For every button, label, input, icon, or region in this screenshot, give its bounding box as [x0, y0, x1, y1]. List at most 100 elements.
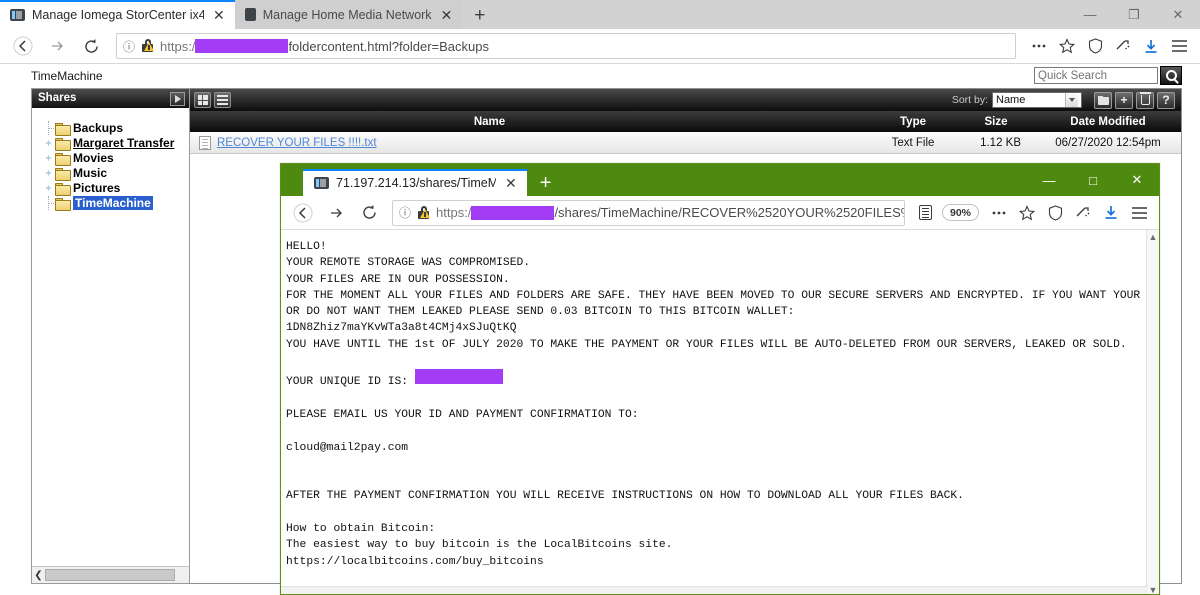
expand-toggle-icon[interactable] — [42, 154, 55, 162]
bitcoin-wallet-address: 1DN8Zhiz7maYKvWTa3a8t4CMj4xSJuQtKQ — [286, 322, 517, 335]
pocket-icon[interactable] — [1070, 199, 1096, 227]
page-info-icon[interactable]: ⓘ — [123, 38, 135, 55]
inner-tab[interactable]: 71.197.214.13/shares/TimeMach ✕ — [303, 169, 527, 196]
expand-toggle-icon[interactable] — [42, 184, 55, 192]
reader-view-icon[interactable] — [913, 199, 939, 227]
forward-arrow-icon — [52, 41, 63, 51]
page-info-icon[interactable]: ⓘ — [399, 204, 411, 221]
shield-icon[interactable] — [1082, 32, 1108, 60]
close-icon[interactable]: ✕ — [211, 8, 227, 22]
grid-view-icon[interactable] — [194, 92, 211, 108]
list-view-icon[interactable] — [214, 92, 231, 108]
scroll-up-icon[interactable]: ▲ — [1149, 230, 1158, 243]
file-name-link[interactable]: RECOVER YOUR FILES !!!!.txt — [217, 137, 377, 149]
close-window-button[interactable]: ✕ — [1115, 164, 1159, 196]
sidebar-item-margaret-transfer[interactable]: Margaret Transfer — [42, 136, 189, 151]
back-arrow-icon — [293, 203, 313, 222]
add-folder-button[interactable] — [1094, 91, 1112, 109]
sort-by-select[interactable]: Name — [992, 92, 1082, 108]
close-icon[interactable]: ✕ — [439, 8, 455, 22]
shield-icon[interactable] — [1042, 199, 1068, 227]
maximize-button[interactable]: □ — [1071, 164, 1115, 196]
sidebar-item-label: TimeMachine — [73, 196, 153, 210]
ransom-note-text: HELLO! YOUR REMOTE STORAGE WAS COMPROMISE… — [281, 239, 1159, 594]
scroll-down-icon[interactable]: ▼ — [1149, 583, 1158, 595]
close-icon[interactable]: ✕ — [503, 176, 519, 190]
file-name-cell: RECOVER YOUR FILES !!!!.txt — [190, 135, 869, 150]
nas-device-icon — [244, 8, 256, 21]
chevron-down-icon[interactable] — [1065, 93, 1078, 107]
hamburger-menu-icon[interactable] — [1126, 199, 1152, 227]
search-button[interactable] — [1160, 66, 1182, 85]
minimize-button[interactable]: — — [1068, 0, 1112, 29]
forward-button[interactable] — [42, 32, 72, 60]
sidebar-item-pictures[interactable]: Pictures — [42, 181, 189, 196]
sidebar-item-backups[interactable]: Backups — [42, 121, 189, 136]
back-button[interactable] — [8, 32, 38, 60]
quick-search-area — [1034, 66, 1182, 85]
redacted-host — [195, 39, 289, 53]
column-header-date-modified[interactable]: Date Modified — [1035, 116, 1181, 128]
close-window-button[interactable]: ✕ — [1156, 0, 1200, 29]
upload-add-button[interactable]: + — [1115, 91, 1133, 109]
address-bar[interactable]: ⓘ https:/ /shares/TimeMachine/RECOVER%252… — [392, 199, 905, 226]
tree-line — [42, 196, 55, 210]
sidebar-horizontal-scrollbar[interactable]: ❮ — [32, 566, 189, 583]
column-header-name[interactable]: Name — [190, 116, 869, 128]
scrollbar-thumb[interactable] — [45, 569, 175, 581]
url-scheme: https:/ — [436, 205, 472, 220]
restore-button[interactable]: ❐ — [1112, 0, 1156, 29]
hamburger-menu-icon[interactable] — [1166, 32, 1192, 60]
sidebar-item-music[interactable]: Music — [42, 166, 189, 181]
sidebar-item-timemachine[interactable]: TimeMachine — [42, 196, 189, 211]
search-input[interactable] — [1034, 67, 1158, 84]
column-header-type[interactable]: Type — [869, 116, 957, 128]
sort-controls: Sort by: Name + ? — [951, 91, 1177, 109]
sidebar-item-label: Pictures — [73, 181, 121, 195]
zoom-level-badge[interactable]: 90% — [941, 204, 979, 221]
expand-toggle-icon[interactable] — [42, 139, 55, 147]
insecure-lock-icon[interactable] — [417, 205, 431, 220]
download-icon[interactable] — [1138, 32, 1164, 60]
back-button[interactable] — [288, 199, 318, 227]
screen: Manage Iomega StorCenter ix4 ✕ Manage Ho… — [0, 0, 1200, 595]
table-row[interactable]: RECOVER YOUR FILES !!!!.txt Text File 1.… — [190, 132, 1181, 154]
forward-button[interactable] — [321, 199, 351, 227]
note-line — [286, 423, 1141, 439]
collapse-panel-icon[interactable] — [170, 91, 185, 106]
bookmark-star-icon[interactable] — [1054, 32, 1080, 60]
pocket-icon[interactable] — [1110, 32, 1136, 60]
insecure-lock-icon[interactable] — [141, 39, 155, 53]
redacted-unique-id — [414, 369, 503, 385]
redacted-host — [471, 205, 555, 220]
contact-email: cloud@mail2pay.com — [286, 441, 409, 454]
file-modified-cell: 06/27/2020 12:54pm — [1055, 136, 1161, 149]
reload-button[interactable] — [76, 32, 106, 60]
sidebar-item-movies[interactable]: Movies — [42, 151, 189, 166]
outer-tab-2[interactable]: Manage Home Media Network ✕ — [234, 0, 463, 29]
note-line: PLEASE EMAIL US YOUR ID AND PAYMENT CONF… — [286, 408, 639, 421]
content-action-buttons: + ? — [1094, 91, 1175, 109]
shares-tree: Backups Margaret Transfer Movies Music P — [32, 112, 189, 211]
unique-id-label: YOUR UNIQUE ID IS: — [286, 376, 409, 389]
outer-tab-1[interactable]: Manage Iomega StorCenter ix4 ✕ — [0, 0, 235, 29]
more-dots-icon[interactable] — [1026, 32, 1052, 60]
sort-by-label: Sort by: — [951, 94, 988, 106]
expand-toggle-icon[interactable] — [42, 169, 55, 177]
page-vertical-scrollbar[interactable]: ▲ ▼ — [1146, 230, 1159, 595]
help-button[interactable]: ? — [1157, 91, 1175, 109]
column-header-size[interactable]: Size — [957, 116, 1035, 128]
delete-button[interactable] — [1136, 91, 1154, 109]
download-icon[interactable] — [1098, 199, 1124, 227]
outer-tab-2-label: Manage Home Media Network — [262, 7, 432, 22]
reload-button[interactable] — [354, 199, 384, 227]
bookmark-star-icon[interactable] — [1014, 199, 1040, 227]
back-arrow-icon — [13, 36, 33, 56]
more-dots-icon[interactable] — [986, 199, 1012, 227]
scroll-left-icon[interactable]: ❮ — [32, 568, 45, 583]
sidebar-item-label: Margaret Transfer — [73, 136, 175, 150]
new-tab-button[interactable]: + — [462, 6, 497, 25]
minimize-button[interactable]: — — [1027, 164, 1071, 196]
address-bar[interactable]: ⓘ https:/ foldercontent.html?folder=Backu… — [116, 33, 1016, 59]
new-tab-button[interactable]: + — [527, 173, 565, 193]
